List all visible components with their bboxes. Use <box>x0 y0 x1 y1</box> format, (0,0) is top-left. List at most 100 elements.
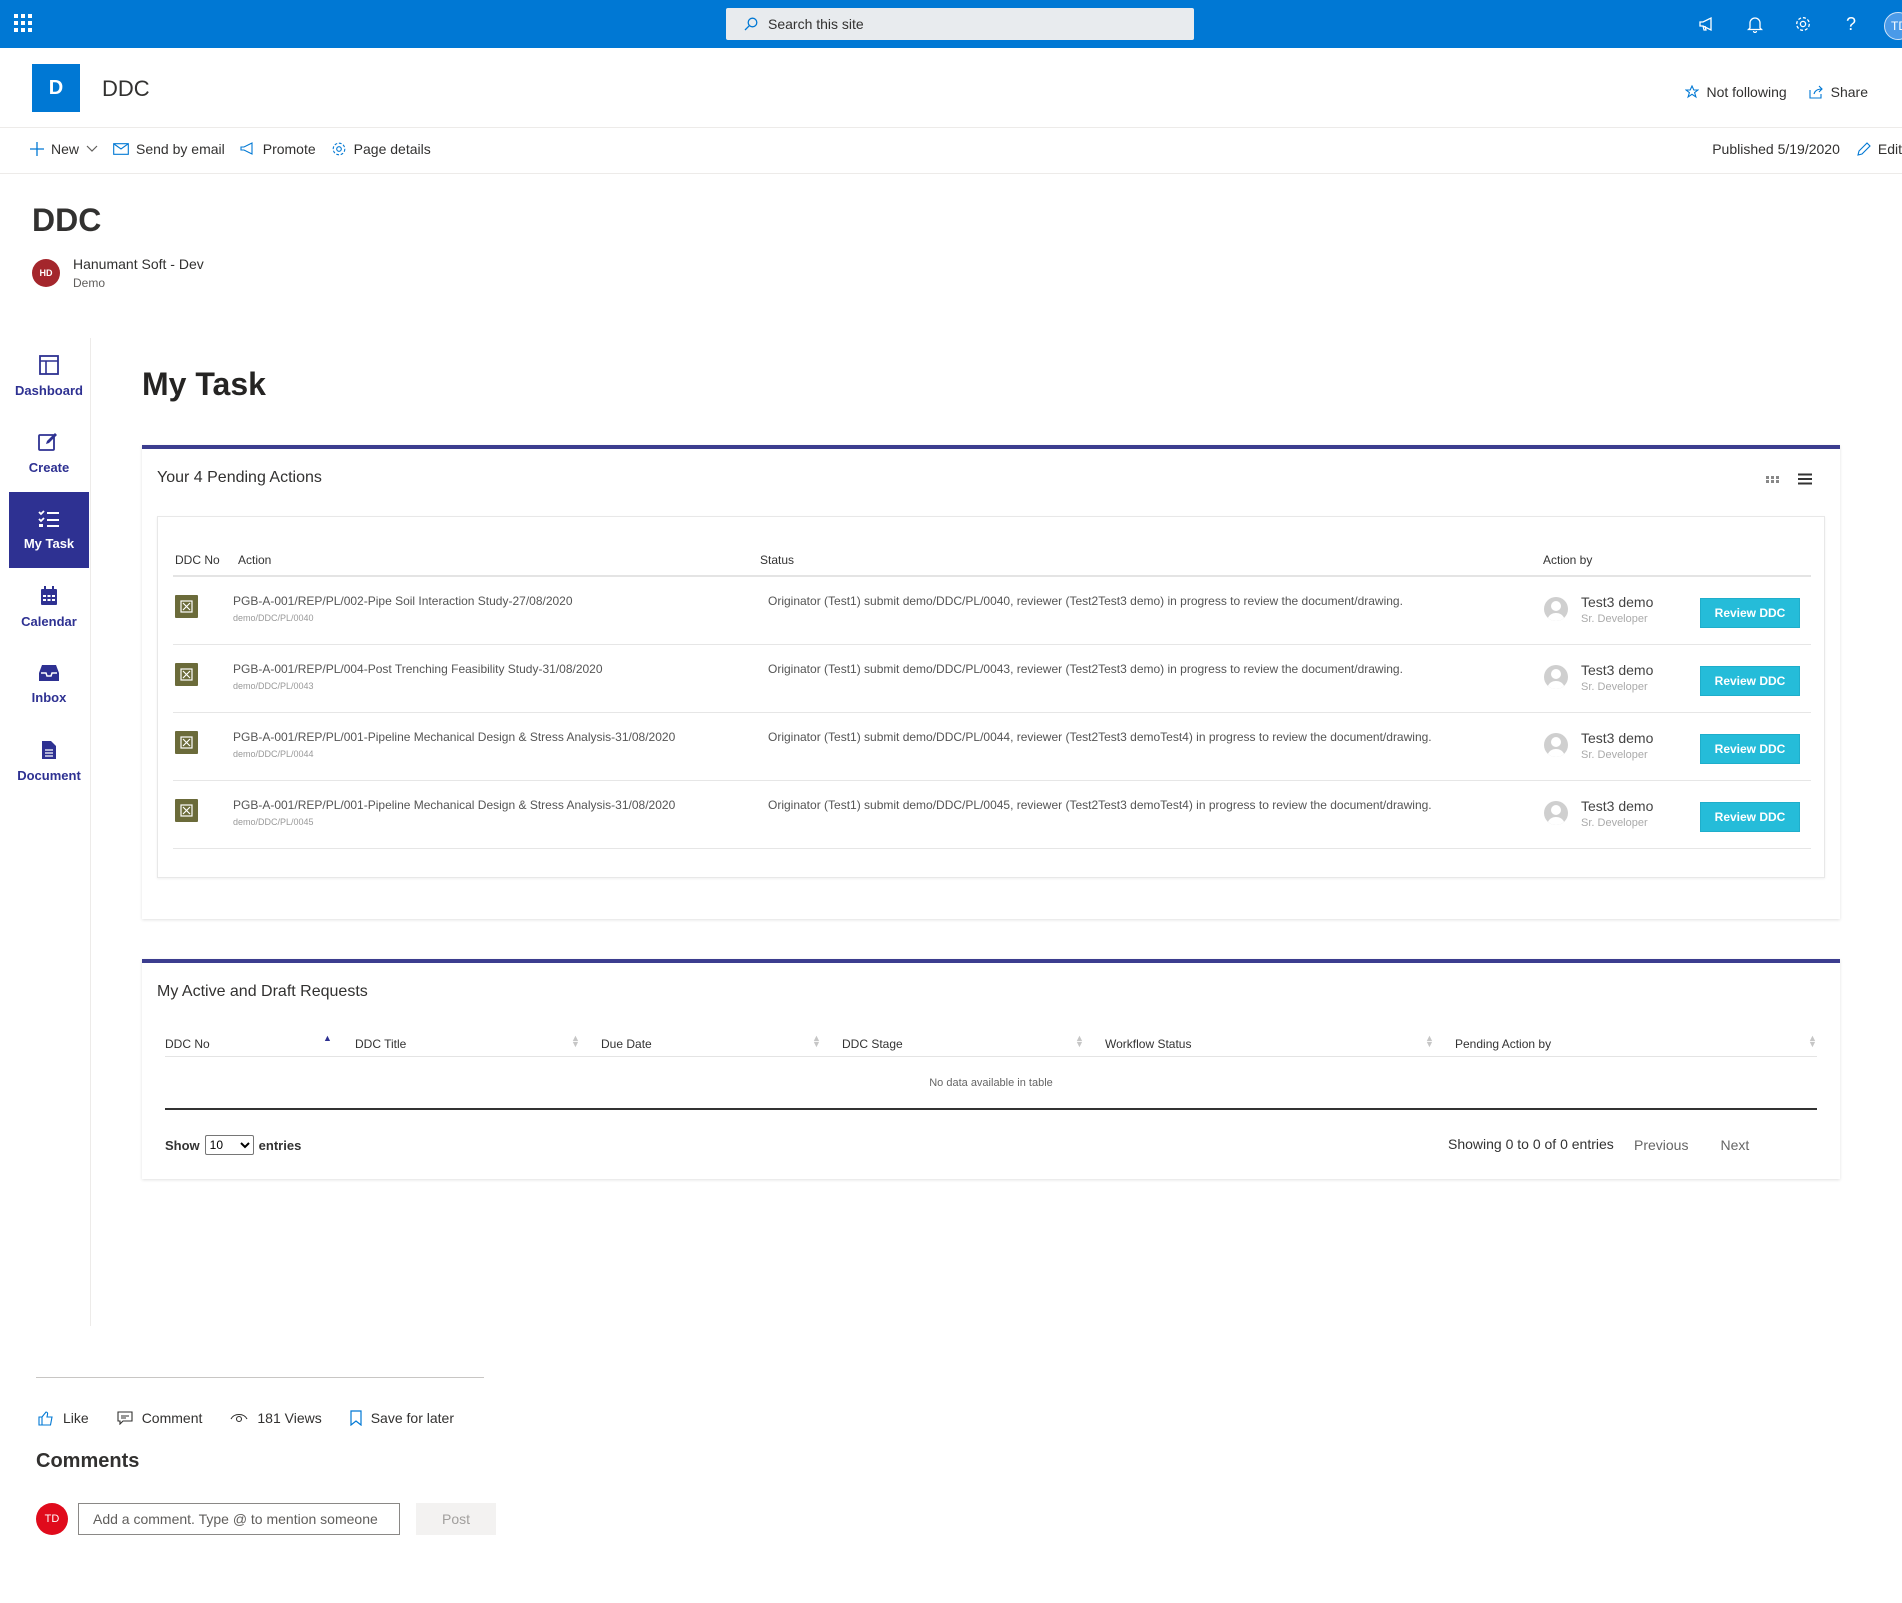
left-nav: Dashboard Create My Task Calendar Inbox … <box>0 338 91 1326</box>
send-by-email-button[interactable]: Send by email <box>113 141 225 157</box>
gear-icon[interactable] <box>1792 12 1814 36</box>
sort-icon[interactable]: ▲ ▼ <box>1425 1034 1434 1049</box>
edit-icon <box>38 432 57 451</box>
review-ddc-button[interactable]: Review DDC <box>1700 666 1800 696</box>
user-avatar[interactable]: TD <box>1884 12 1902 40</box>
commenter-avatar: TD <box>36 1503 68 1535</box>
sort-icon[interactable]: ▲ ▼ <box>1075 1034 1084 1049</box>
pencil-icon <box>1857 141 1871 156</box>
new-button[interactable]: New <box>30 141 98 157</box>
sort-ascending-icon[interactable]: ▲ <box>323 1034 332 1043</box>
page-details-button[interactable]: Page details <box>331 141 431 157</box>
col-action-by: Action by <box>1543 553 1593 567</box>
promote-button[interactable]: Promote <box>240 141 316 157</box>
action-by-user: Test3 demo Sr. Developer <box>1544 730 1653 761</box>
post-button[interactable]: Post <box>416 1503 496 1535</box>
inbox-icon <box>39 664 59 681</box>
nav-item-my-task[interactable]: My Task <box>9 492 89 568</box>
col-due-date[interactable]: Due Date <box>601 1037 652 1051</box>
nav-item-dashboard[interactable]: Dashboard <box>9 338 89 414</box>
list-view-icon[interactable] <box>1798 473 1812 485</box>
help-icon[interactable]: ? <box>1840 12 1862 36</box>
share-button[interactable]: Share <box>1809 84 1868 100</box>
chevron-down-icon <box>86 145 98 152</box>
task-ddc-number: demo/DDC/PL/0045 <box>233 817 314 827</box>
user-name: Test3 demo <box>1581 798 1654 814</box>
author-avatar[interactable]: HD <box>32 259 60 287</box>
user-role: Sr. Developer <box>1581 613 1648 625</box>
edit-label: Edit <box>1877 141 1902 157</box>
review-ddc-button[interactable]: Review DDC <box>1700 598 1800 628</box>
comment-label: Comment <box>141 1410 203 1426</box>
social-bar: Like Comment 181 Views Save for later <box>38 1410 454 1426</box>
follow-button[interactable]: Not following <box>1685 84 1787 100</box>
col-ddc-no: DDC No <box>175 553 220 567</box>
person-icon <box>1544 665 1568 689</box>
sort-icon[interactable]: ▲ ▼ <box>812 1034 821 1049</box>
mail-icon <box>113 143 129 155</box>
user-name: Test3 demo <box>1581 662 1654 678</box>
user-name: Test3 demo <box>1581 594 1654 610</box>
eye-icon <box>230 1413 248 1423</box>
details-label: Page details <box>353 141 431 157</box>
requests-table-header: DDC No ▲ DDC Title ▲ ▼ Due Date ▲ ▼ DDC St… <box>165 1025 1817 1057</box>
task-title[interactable]: PGB-A-001/REP/PL/001-Pipeline Mechanical… <box>233 798 675 812</box>
task-status: Originator (Test1) submit demo/DDC/PL/00… <box>768 798 1432 812</box>
divider <box>36 1377 484 1378</box>
comment-button[interactable]: Comment <box>117 1410 203 1426</box>
site-title[interactable]: DDC <box>102 76 150 102</box>
new-label: New <box>51 141 80 157</box>
task-title[interactable]: PGB-A-001/REP/PL/004-Post Trenching Feas… <box>233 662 603 676</box>
edit-button[interactable]: Edit <box>1856 141 1902 157</box>
nav-label: Inbox <box>31 689 67 705</box>
search-input[interactable]: Search this site <box>726 8 1194 40</box>
author-name[interactable]: Hanumant Soft - Dev <box>73 256 204 272</box>
bell-icon[interactable] <box>1744 12 1766 36</box>
nav-item-inbox[interactable]: Inbox <box>9 646 89 722</box>
col-ddc-title[interactable]: DDC Title <box>355 1037 406 1051</box>
nav-item-document[interactable]: Document <box>9 723 89 799</box>
table-row: PGB-A-001/REP/PL/004-Post Trenching Feas… <box>173 645 1811 713</box>
col-ddc-no[interactable]: DDC No <box>165 1037 210 1051</box>
sort-icon[interactable]: ▲ ▼ <box>1808 1034 1817 1049</box>
comment-input[interactable]: Add a comment. Type @ to mention someone <box>78 1503 400 1535</box>
pending-actions-title: Your 4 Pending Actions <box>157 469 322 486</box>
task-status: Originator (Test1) submit demo/DDC/PL/00… <box>768 594 1403 608</box>
task-status: Originator (Test1) submit demo/DDC/PL/00… <box>768 730 1432 744</box>
share-label: Share <box>1830 84 1868 100</box>
site-logo[interactable]: D <box>32 64 80 112</box>
empty-table-message: No data available in table <box>165 1057 1817 1110</box>
follow-label: Not following <box>1706 84 1787 100</box>
share-icon <box>1809 85 1823 99</box>
table-row: PGB-A-001/REP/PL/001-Pipeline Mechanical… <box>173 713 1811 781</box>
megaphone-icon[interactable] <box>1696 12 1718 36</box>
like-button[interactable]: Like <box>38 1410 89 1426</box>
nav-item-calendar[interactable]: Calendar <box>9 569 89 645</box>
send-label: Send by email <box>136 141 225 157</box>
previous-button[interactable]: Previous <box>1634 1137 1688 1153</box>
next-button[interactable]: Next <box>1720 1137 1749 1153</box>
table-footer: Show 10 entries Showing 0 to 0 of 0 entr… <box>165 1129 1817 1157</box>
action-by-user: Test3 demo Sr. Developer <box>1544 594 1653 625</box>
pending-actions-panel: Your 4 Pending Actions DDC No Action Sta… <box>142 445 1840 919</box>
task-title[interactable]: PGB-A-001/REP/PL/002-Pipe Soil Interacti… <box>233 594 573 608</box>
save-for-later-button[interactable]: Save for later <box>350 1410 454 1426</box>
task-title[interactable]: PGB-A-001/REP/PL/001-Pipeline Mechanical… <box>233 730 675 744</box>
nav-label: Document <box>17 767 81 783</box>
review-ddc-button[interactable]: Review DDC <box>1700 734 1800 764</box>
table-header: DDC No Action Status Action by <box>173 539 1811 577</box>
grid-view-icon[interactable] <box>1766 474 1780 484</box>
star-icon <box>1685 85 1700 99</box>
search-placeholder: Search this site <box>768 16 864 32</box>
col-ddc-stage[interactable]: DDC Stage <box>842 1037 903 1051</box>
col-pending-action-by[interactable]: Pending Action by <box>1455 1037 1551 1051</box>
nav-item-create[interactable]: Create <box>9 415 89 491</box>
review-ddc-button[interactable]: Review DDC <box>1700 802 1800 832</box>
entries-select[interactable]: 10 <box>204 1135 254 1155</box>
pagination: Previous Next <box>1634 1137 1749 1153</box>
table-row: PGB-A-001/REP/PL/001-Pipeline Mechanical… <box>173 781 1811 849</box>
app-launcher-icon[interactable] <box>14 14 32 32</box>
page-title: DDC <box>32 202 102 238</box>
col-workflow-status[interactable]: Workflow Status <box>1105 1037 1191 1051</box>
sort-icon[interactable]: ▲ ▼ <box>571 1034 580 1049</box>
